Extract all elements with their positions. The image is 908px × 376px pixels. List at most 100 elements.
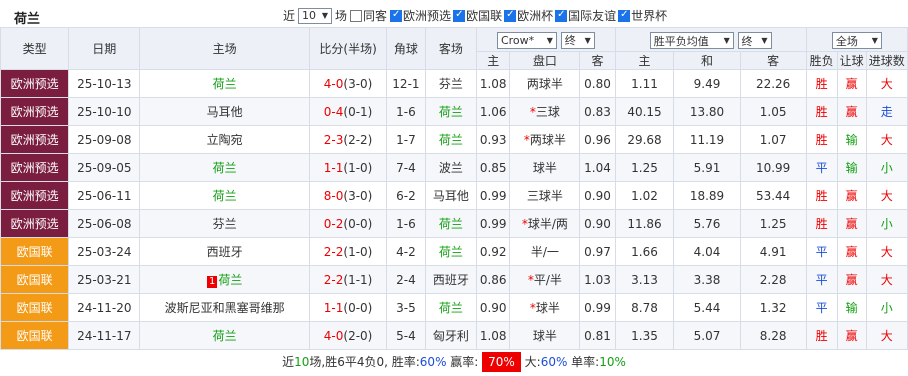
asian-period-select[interactable]: 终 ▼	[560, 31, 595, 49]
away-team-name[interactable]: 西班牙	[433, 273, 469, 287]
competition-filter[interactable]: 欧国联	[453, 7, 502, 24]
corners: 4-2	[386, 237, 426, 266]
ou-value: 大	[880, 133, 893, 147]
odds-value: 1.32	[759, 300, 787, 315]
corners: 1-6	[386, 97, 426, 126]
table-row[interactable]: 欧洲预选 25-09-08 立陶宛 2-3(2-2) 1-7 荷兰 0.93 *两球半 0.96…	[0, 125, 908, 154]
asian-company-select[interactable]: Crow* ▼	[496, 32, 557, 50]
away-team-name[interactable]: 荷兰	[439, 217, 463, 231]
competition-filter[interactable]: 欧洲杯	[504, 7, 553, 24]
away-team-name[interactable]: 芬兰	[439, 77, 463, 91]
half-score: (1-1)	[343, 272, 373, 287]
table-row[interactable]: 欧国联 24-11-17 荷兰 4-0(2-0) 5-4 匈牙利 1.08 球半 0.81 1.3…	[0, 321, 908, 350]
table-row[interactable]: 欧国联 24-11-20 波斯尼亚和黑塞哥维那 1-1(0-0) 3-5 荷兰 0.90 *球…	[0, 293, 908, 322]
handicap-result: 赢	[836, 181, 867, 210]
score-value: 4-0	[323, 76, 344, 91]
table-row[interactable]: 欧洲预选 25-06-08 芬兰 0-2(0-0) 1-6 荷兰 0.99 *球半/两 0.90…	[0, 209, 908, 238]
handicap-value: 赢	[845, 77, 858, 91]
home-team-name[interactable]: 波斯尼亚和黑塞哥维那	[165, 301, 285, 315]
odds-value: 3.13	[631, 272, 658, 287]
competition-label: 欧洲预选	[403, 9, 452, 23]
asian-away-odds: 1.04	[579, 153, 616, 182]
home-team-name[interactable]: 荷兰	[213, 189, 237, 203]
away-team-name[interactable]: 荷兰	[439, 301, 463, 315]
asian-line: 球半	[509, 321, 581, 350]
home-team-name[interactable]: 西班牙	[207, 245, 243, 259]
odds-value: 1.08	[479, 76, 507, 91]
home-team-name[interactable]: 马耳他	[207, 105, 243, 119]
competition-checkbox[interactable]	[453, 9, 466, 22]
home-team-name[interactable]: 荷兰	[213, 161, 237, 175]
subheader-ou: 进球数	[865, 51, 908, 70]
table-row[interactable]: 欧洲预选 25-09-05 荷兰 1-1(1-0) 7-4 波兰 0.85 球半 1.04 1.2…	[0, 153, 908, 182]
away-team: 荷兰	[424, 293, 478, 322]
corners-value: 4-2	[396, 244, 416, 259]
corners-value: 1-6	[396, 104, 416, 119]
competition-checkbox[interactable]	[555, 9, 568, 22]
over-rate: 60%	[540, 355, 568, 369]
competition-filter[interactable]: 世界杯	[618, 7, 667, 24]
odds-value: 1.07	[759, 132, 787, 147]
recent-count-select[interactable]: 10 ▼	[298, 7, 333, 24]
euro-away-odds: 1.32	[739, 293, 807, 322]
match-type-label: 欧洲预选	[10, 133, 59, 147]
match-type-label: 欧洲预选	[10, 217, 59, 231]
same-home-filter[interactable]: 同客	[350, 7, 387, 24]
chevron-down-icon: ▼	[546, 36, 553, 46]
euro-period-select[interactable]: 终 ▼	[737, 32, 772, 49]
competition-filter[interactable]: 欧洲预选	[390, 7, 451, 24]
competition-label: 欧国联	[466, 9, 503, 23]
table-row[interactable]: 欧洲预选 25-06-11 荷兰 8-0(3-0) 6-2 马耳他 0.99 三球半 0.90 1…	[0, 181, 908, 210]
home-team-name[interactable]: 荷兰	[218, 273, 242, 287]
asian-away-odds: 0.83	[579, 97, 616, 126]
home-team: 荷兰	[139, 153, 310, 182]
odds-value: 0.86	[479, 272, 507, 287]
away-team-name[interactable]: 荷兰	[439, 133, 463, 147]
home-team-name[interactable]: 荷兰	[213, 329, 237, 343]
match-date-value: 25-06-08	[77, 216, 132, 231]
competition-filter[interactable]: 国际友谊	[555, 7, 616, 24]
asian-away-odds: 0.80	[579, 69, 616, 98]
header-date: 日期	[68, 27, 141, 70]
corners: 1-7	[386, 125, 426, 154]
score-value: 2-3	[323, 132, 344, 147]
away-team-name[interactable]: 波兰	[439, 161, 463, 175]
half-score: (0-1)	[343, 104, 373, 119]
match-type: 欧洲预选	[0, 153, 70, 182]
away-team-name[interactable]: 荷兰	[439, 245, 463, 259]
recent-count-value: 10	[302, 9, 317, 22]
handicap-result: 赢	[836, 265, 867, 294]
result-value: 胜	[815, 105, 828, 119]
match-score: 0-4(0-1)	[308, 97, 388, 126]
away-team-name[interactable]: 匈牙利	[433, 329, 469, 343]
score-value: 2-2	[323, 272, 344, 287]
home-team-name[interactable]: 荷兰	[213, 77, 237, 91]
home-team-name[interactable]: 立陶宛	[207, 133, 243, 147]
euro-type-select[interactable]: 胜平负均值 ▼	[649, 32, 734, 49]
scope-select[interactable]: 全场 ▼	[831, 32, 882, 49]
odds-value: 11.19	[689, 132, 725, 147]
result-value: 胜	[815, 133, 828, 147]
ou-result: 小	[865, 209, 908, 238]
table-row[interactable]: 欧洲预选 25-10-13 荷兰 4-0(3-0) 12-1 芬兰 1.08 两球半 0.80 1…	[0, 69, 908, 98]
competition-checkbox[interactable]	[504, 9, 517, 22]
away-team-name[interactable]: 马耳他	[433, 189, 469, 203]
competition-checkbox[interactable]	[390, 9, 403, 22]
home-team: 1 荷兰	[139, 265, 310, 294]
filters: 近 10 ▼ 场 同客 欧洲预选欧国联欧洲杯国际友谊世界杯	[283, 7, 667, 24]
team-title: 荷兰	[14, 12, 41, 27]
away-team-name[interactable]: 荷兰	[439, 105, 463, 119]
competition-checkbox[interactable]	[618, 9, 631, 22]
home-team-name[interactable]: 芬兰	[213, 217, 237, 231]
away-team: 西班牙	[424, 265, 478, 294]
asian-line: 两球半	[509, 69, 581, 98]
table-row[interactable]: 欧国联 25-03-21 1 荷兰 2-2(1-1) 2-4 西班牙 0.86 *平/半 1.03…	[0, 265, 908, 294]
table-row[interactable]: 欧洲预选 25-10-10 马耳他 0-4(0-1) 1-6 荷兰 1.06 *三球 0.83 4…	[0, 97, 908, 126]
odds-value: 0.90	[479, 300, 507, 315]
odds-value: 1.03	[584, 272, 611, 287]
history-rows: 欧洲预选 25-10-13 荷兰 4-0(3-0) 12-1 芬兰 1.08 两球半 0.80 1…	[0, 69, 908, 350]
same-home-checkbox[interactable]	[350, 9, 363, 22]
table-row[interactable]: 欧国联 25-03-24 西班牙 2-2(1-0) 4-2 荷兰 0.92 半/一 0.97 1.…	[0, 237, 908, 266]
match-type: 欧国联	[0, 293, 70, 322]
match-date-value: 25-03-24	[77, 244, 132, 259]
